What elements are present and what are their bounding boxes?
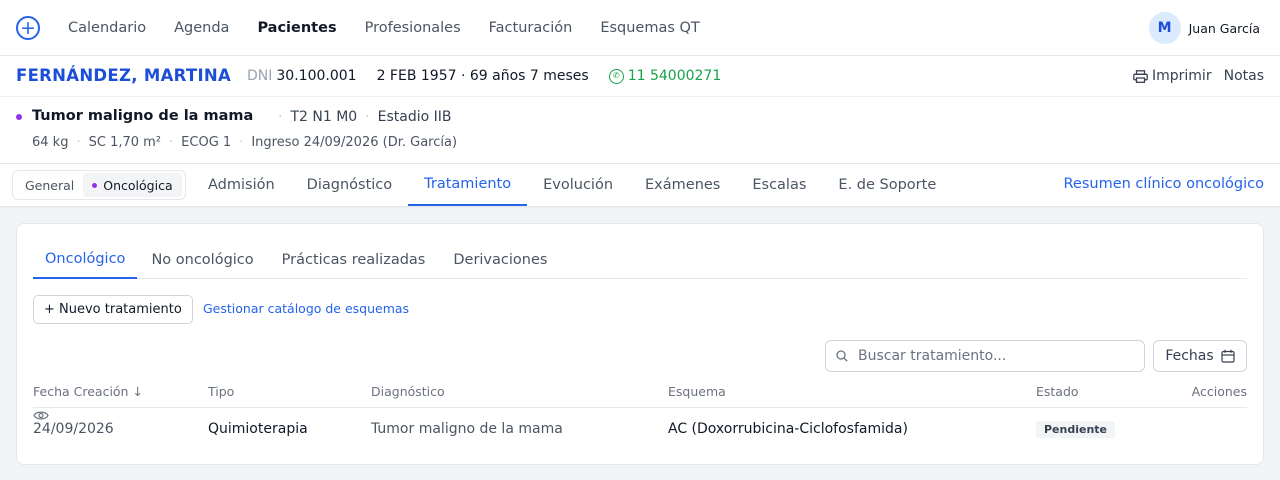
search-icon [836,350,848,362]
dni-label: DNI [247,68,273,84]
whatsapp-icon: ✆ [608,68,624,84]
col-esquema: Esquema [668,384,726,399]
nav-item-agenda[interactable]: Agenda [160,20,243,36]
body-surface: SC 1,70 m² [88,135,162,150]
patient-actions: Imprimir Notas [1133,68,1264,84]
nav-item-esquemas-qt[interactable]: Esquemas QT [586,20,713,36]
oncology-dot [92,182,98,188]
patient-meta: DNI 30.100.001 2 FEB 1957 · 69 años 7 me… [247,68,721,84]
diagnosis-title: Tumor maligno de la mama [32,108,254,124]
tab-examenes[interactable]: Exámenes [629,164,736,206]
nav-item-calendario[interactable]: Calendario [54,20,160,36]
user-name: Juan García [1188,20,1260,36]
main-tabs-bar: General Oncológica Admisión Diagnóstico … [0,164,1280,207]
tab-evolucion[interactable]: Evolución [527,164,629,206]
subtab-no-oncologico[interactable]: No oncológico [137,241,267,279]
sub-tabs: Oncológico No oncológico Prácticas reali… [33,241,1247,279]
toggle-oncologica[interactable]: Oncológica [83,173,182,197]
subtab-practicas[interactable]: Prácticas realizadas [268,241,440,279]
table-header: Fecha Creación ↓ Tipo Diagnóstico Esquem… [33,384,1247,408]
tab-tratamiento[interactable]: Tratamiento [408,164,528,206]
cell-fecha: 24/09/2026 [33,421,114,437]
dates-filter-button[interactable]: Fechas [1153,340,1247,372]
clinical-stage: Estadio IIB [377,109,452,125]
subtab-oncologico[interactable]: Oncológico [33,241,138,279]
tnm-stage: T2 N1 M0 [290,109,358,125]
new-treatment-button[interactable]: + Nuevo tratamiento [33,295,193,324]
add-circle-icon[interactable]: + [16,16,40,40]
toggle-oncologica-label: Oncológica [103,177,173,193]
tab-escalas[interactable]: Escalas [736,164,822,206]
tab-diagnostico[interactable]: Diagnóstico [291,164,408,206]
calendar-icon [1221,349,1235,363]
printer-icon [1133,69,1148,83]
main-nav: Calendario Agenda Pacientes Profesionale… [54,0,714,56]
col-acciones: Acciones [1191,384,1247,399]
col-tipo: Tipo [208,384,235,399]
ecog: ECOG 1 [181,135,232,150]
tab-soporte[interactable]: E. de Soporte [822,164,952,206]
oncology-dot [16,114,22,120]
manage-catalog-link[interactable]: Gestionar catálogo de esquemas [203,301,409,316]
ingreso: Ingreso 24/09/2026 (Dr. García) [251,135,458,150]
cell-tipo: Quimioterapia [208,421,308,437]
cell-esquema: AC (Doxorrubicina-Ciclofosfamida) [668,421,908,437]
col-estado: Estado [1036,384,1079,399]
weight: 64 kg [32,135,69,150]
status-badge: Pendiente [1036,421,1116,438]
dni-value: 30.100.001 [276,68,357,84]
avatar[interactable]: M [1148,12,1181,44]
patient-header: FERNÁNDEZ, MARTINA DNI 30.100.001 2 FEB … [0,56,1280,97]
subtab-derivaciones[interactable]: Derivaciones [439,241,561,279]
main-tabs: Admisión Diagnóstico Tratamiento Evoluci… [192,164,952,207]
nav-item-profesionales[interactable]: Profesionales [351,20,475,36]
nav-item-pacientes[interactable]: Pacientes [243,20,350,36]
resumen-clinico-link[interactable]: Resumen clínico oncológico [1063,176,1264,192]
diagnosis-info: 64 kg · SC 1,70 m² · ECOG 1 · Ingreso 24/09/20… [32,135,458,150]
table-row[interactable]: 24/09/2026 Quimioterapia Tumor maligno d… [33,409,1247,449]
diagnosis-summary: Tumor maligno de la mama · T2 N1 M0 · Estad… [0,97,1280,164]
top-navigation: + Calendario Agenda Pacientes Profesiona… [0,0,1280,56]
search-box[interactable] [825,340,1145,372]
toggle-general[interactable]: General [16,173,83,197]
phone-link[interactable]: ✆ 11 54000271 [608,68,722,84]
user-menu[interactable]: M Juan García [1148,12,1260,44]
eye-icon[interactable] [33,410,49,421]
notes-button[interactable]: Notas [1224,68,1264,84]
birth-age: 2 FEB 1957 · 69 años 7 meses [376,68,589,84]
col-fecha-creacion[interactable]: Fecha Creación ↓ [33,384,143,399]
tab-admision[interactable]: Admisión [192,164,291,206]
col-diagnostico: Diagnóstico [371,384,445,399]
view-toggle: General Oncológica [12,170,186,200]
cell-diagnostico: Tumor maligno de la mama [371,421,563,437]
diagnosis-tags: · T2 N1 M0 · Estadio IIB [278,109,452,125]
treatment-card: Oncológico No oncológico Prácticas reali… [16,223,1264,465]
search-input[interactable] [858,348,1128,364]
dates-label: Fechas [1165,348,1214,364]
phone-number: 11 54000271 [627,68,722,84]
nav-item-facturacion[interactable]: Facturación [475,20,587,36]
print-button[interactable]: Imprimir [1152,68,1212,84]
patient-name: FERNÁNDEZ, MARTINA [16,66,232,85]
